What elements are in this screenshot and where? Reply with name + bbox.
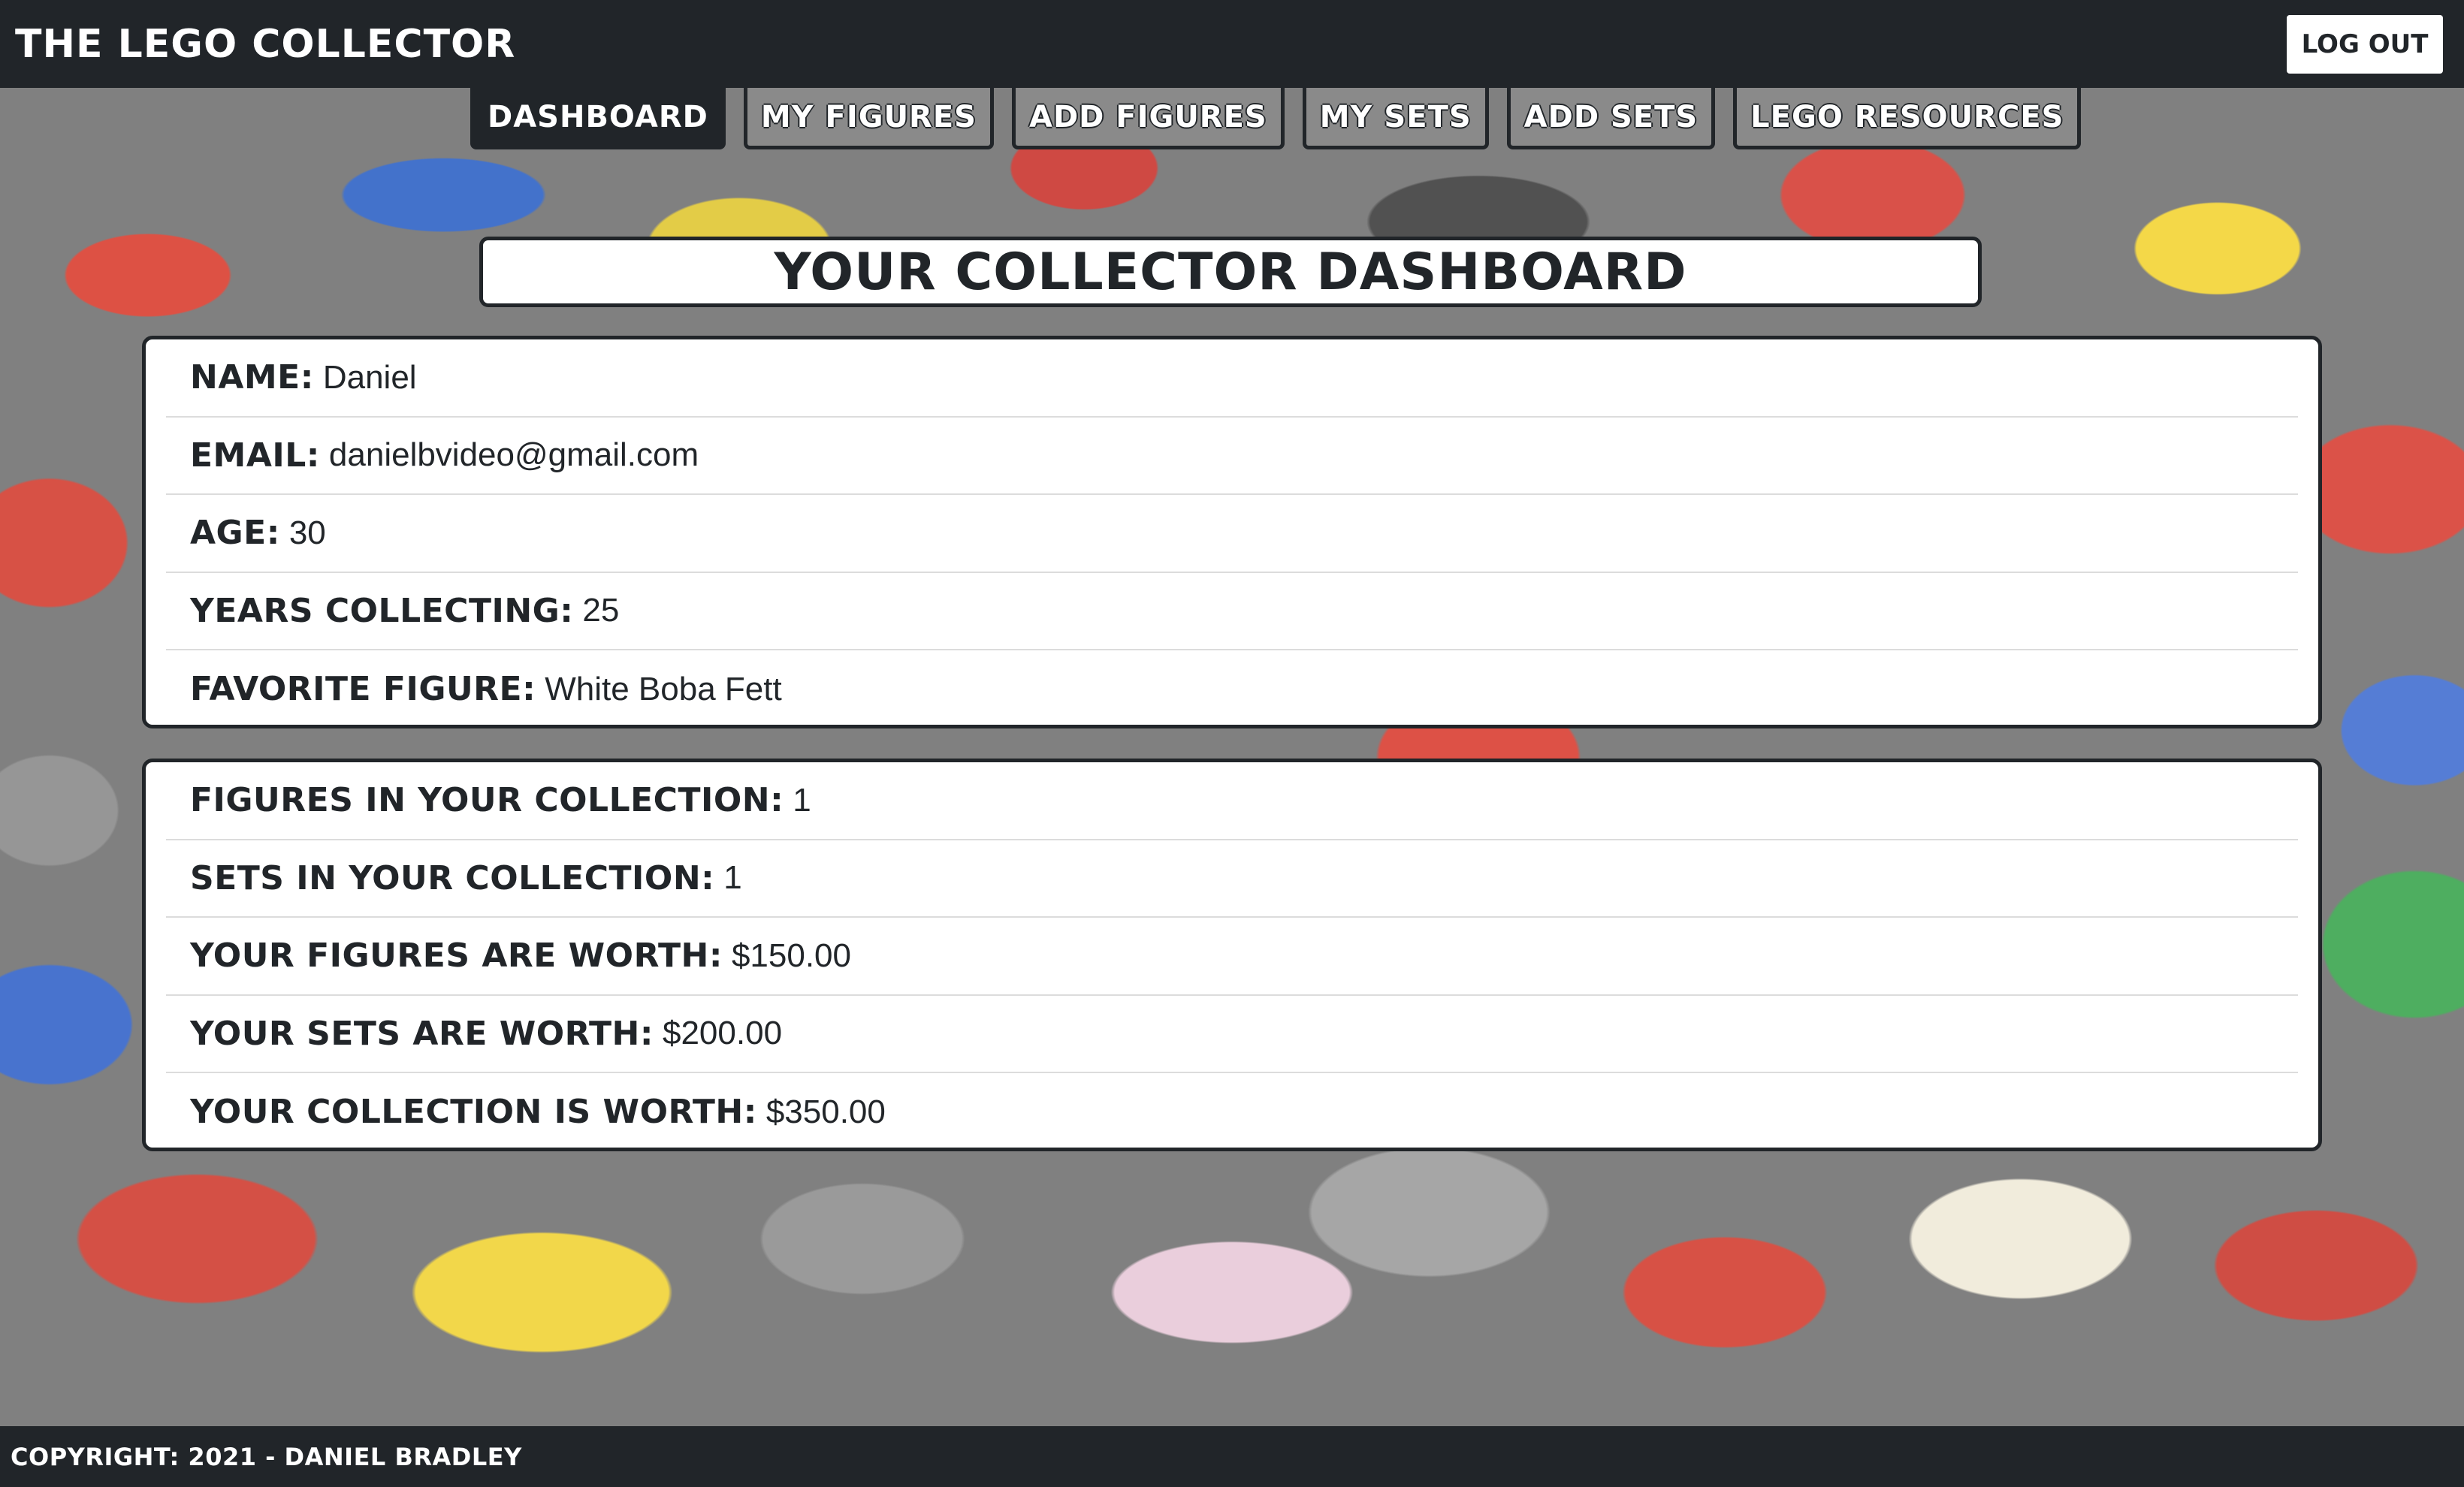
stats-row-figures-count: FIGURES IN YOUR COLLECTION: 1 [166,762,2298,840]
profile-row-name: NAME: Daniel [166,339,2298,418]
site-brand[interactable]: THE LEGO COLLECTOR [15,22,515,67]
stats-row-figures-worth: YOUR FIGURES ARE WORTH: $150.00 [166,918,2298,996]
profile-row-favorite-figure: FAVORITE FIGURE: White Boba Fett [166,650,2298,728]
stats-label: YOUR COLLECTION IS WORTH: [190,1093,757,1132]
stats-value: $150.00 [731,937,851,974]
profile-label: NAME: [190,358,314,397]
stats-value: 1 [723,859,742,897]
tab-add-figures[interactable]: ADD FIGURES [1011,88,1285,149]
stats-value: 1 [793,781,811,819]
profile-value: White Boba Fett [545,670,782,707]
tab-my-sets[interactable]: MY SETS [1302,88,1489,149]
profile-value: danielbvideo@gmail.com [328,436,699,474]
stats-value: $200.00 [662,1015,783,1052]
profile-value: 30 [288,514,326,551]
stats-row-collection-worth: YOUR COLLECTION IS WORTH: $350.00 [166,1073,2298,1151]
stats-value: $350.00 [765,1093,886,1130]
profile-label: FAVORITE FIGURE: [190,670,536,709]
stats-label: YOUR FIGURES ARE WORTH: [190,937,723,976]
logout-button[interactable]: LOG OUT [2287,14,2443,74]
tab-my-figures[interactable]: MY FIGURES [743,88,994,149]
profile-label: EMAIL: [190,436,320,475]
tab-dashboard[interactable]: DASHBOARD [470,88,726,149]
top-navbar: THE LEGO COLLECTOR LOG OUT [0,0,2464,88]
collection-stats-card: FIGURES IN YOUR COLLECTION: 1 SETS IN YO… [142,759,2322,1151]
profile-row-age: AGE: 30 [166,495,2298,573]
stats-label: SETS IN YOUR COLLECTION: [190,858,715,897]
profile-row-years-collecting: YEARS COLLECTING: 25 [166,573,2298,650]
profile-row-email: EMAIL: danielbvideo@gmail.com [166,418,2298,495]
stats-row-sets-count: SETS IN YOUR COLLECTION: 1 [166,840,2298,918]
copyright-text: COPYRIGHT: 2021 - DANIEL BRADLEY [11,1442,522,1471]
profile-card: NAME: Daniel EMAIL: danielbvideo@gmail.c… [142,336,2322,728]
stats-label: FIGURES IN YOUR COLLECTION: [190,781,784,820]
profile-label: AGE: [190,514,280,553]
tab-lego-resources[interactable]: LEGO RESOURCES [1733,88,2082,149]
page-title: YOUR COLLECTOR DASHBOARD [479,237,1982,307]
main-tabs: DASHBOARD MY FIGURES ADD FIGURES MY SETS… [470,88,2082,149]
profile-label: YEARS COLLECTING: [190,591,574,630]
footer: COPYRIGHT: 2021 - DANIEL BRADLEY [0,1426,2464,1487]
tab-add-sets[interactable]: ADD SETS [1506,88,1716,149]
stats-label: YOUR SETS ARE WORTH: [190,1014,654,1053]
profile-value: 25 [582,592,620,629]
stats-row-sets-worth: YOUR SETS ARE WORTH: $200.00 [166,996,2298,1073]
profile-value: Daniel [322,358,417,396]
